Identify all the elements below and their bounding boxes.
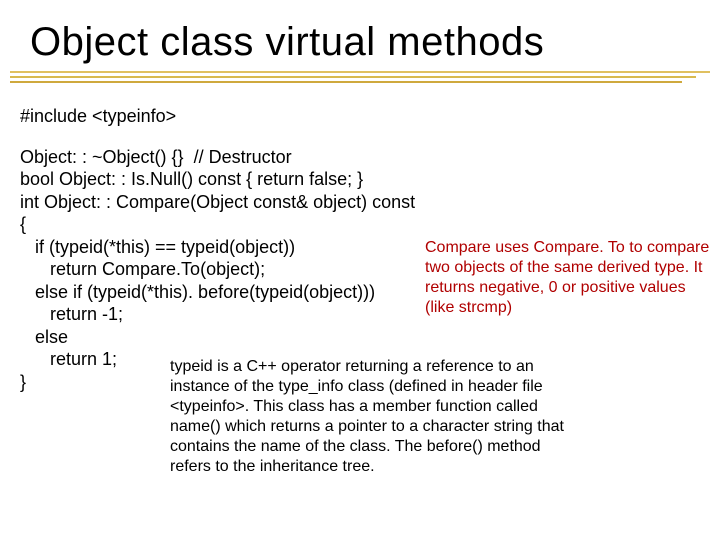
- slide-title: Object class virtual methods: [30, 20, 690, 65]
- slide-title-wrap: Object class virtual methods: [30, 20, 690, 65]
- title-underline: [10, 68, 710, 82]
- note-compare: Compare uses Compare. To to compare two …: [425, 238, 715, 318]
- slide-body: #include <typeinfo> Object: : ~Object() …: [20, 105, 700, 393]
- include-directive: #include <typeinfo>: [20, 105, 700, 128]
- note-typeid: typeid is a C++ operator returning a ref…: [170, 357, 570, 477]
